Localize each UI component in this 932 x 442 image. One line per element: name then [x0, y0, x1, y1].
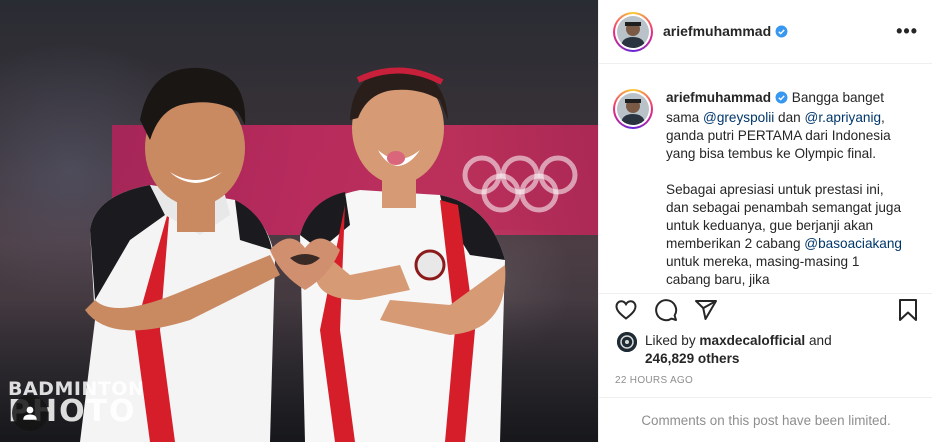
author-avatar-image — [617, 15, 649, 48]
bookmark-icon[interactable] — [895, 297, 921, 323]
caption-part-5: untuk mereka, masing-masing 1 cabang bar… — [666, 254, 860, 287]
action-bar — [599, 293, 932, 329]
post-timestamp[interactable]: 22 HOURS AGO — [615, 375, 693, 386]
verified-badge-icon — [775, 25, 788, 41]
mention-link[interactable]: @basoaciakang — [804, 236, 902, 251]
caption-username[interactable]: ariefmuhammad — [666, 90, 771, 105]
author-avatar[interactable] — [613, 11, 653, 52]
caption-author-avatar[interactable] — [613, 89, 653, 129]
verified-badge-icon — [775, 91, 788, 109]
mention-link[interactable]: @r.apriyanig — [805, 110, 882, 125]
likes-summary: Liked by maxdecalofficial and 246,829 ot… — [617, 332, 832, 368]
tag-people-icon[interactable] — [12, 395, 48, 431]
caption-paragraph-1: ariefmuhammad Bangga banget sama @greysp… — [666, 89, 902, 163]
mention-link[interactable]: @greyspolii — [703, 110, 774, 125]
players-illustration — [80, 67, 506, 442]
share-icon[interactable] — [693, 297, 719, 323]
post-side-panel: ariefmuhammad ••• ariefmuhammad Bangga b — [598, 0, 932, 442]
caption-paragraph-2: Sebagai apresiasi untuk prestasi ini, da… — [666, 181, 902, 289]
likes-conj: and — [808, 333, 832, 348]
heart-icon[interactable] — [613, 297, 639, 323]
post-header: ariefmuhammad ••• — [599, 0, 932, 64]
likes-count[interactable]: 246,829 others — [645, 351, 739, 366]
liker-avatar[interactable] — [617, 332, 637, 352]
comment-icon[interactable] — [653, 297, 679, 323]
caption-area: ariefmuhammad Bangga banget sama @greysp… — [599, 65, 932, 293]
post-photo[interactable]: BADMINTON PHOTO — [0, 0, 598, 442]
caption-avatar-image — [617, 93, 649, 125]
more-options-icon[interactable]: ••• — [896, 21, 918, 42]
caption-part-2: dan — [778, 110, 801, 125]
liker-username[interactable]: maxdecalofficial — [699, 333, 805, 348]
likes-prefix: Liked by — [645, 333, 696, 348]
caption-text: ariefmuhammad Bangga banget sama @greysp… — [666, 89, 902, 293]
comments-limited-notice: Comments on this post have been limited. — [599, 397, 932, 442]
author-username[interactable]: ariefmuhammad — [663, 23, 788, 41]
